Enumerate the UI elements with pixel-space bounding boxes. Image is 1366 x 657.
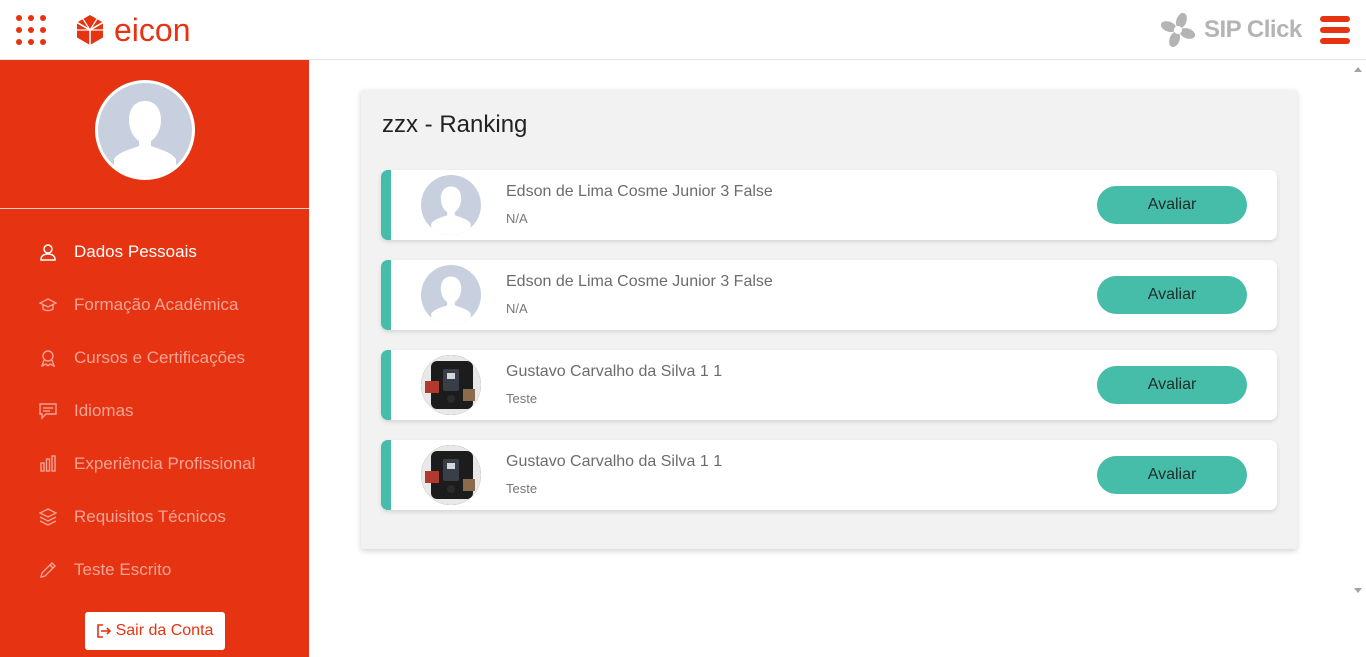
- sidebar-item-label: Experiência Profissional: [74, 453, 256, 473]
- ranking-row: Gustavo Carvalho da Silva 1 1 Teste Aval…: [381, 440, 1277, 510]
- sidebar-item-requisitos-tecnicos[interactable]: Requisitos Técnicos: [0, 490, 309, 543]
- sidebar-item-label: Formação Acadêmica: [74, 294, 239, 314]
- candidate-name: Edson de Lima Cosme Junior 3 False: [506, 183, 773, 200]
- sipclick-logo-icon: [1160, 12, 1196, 48]
- sidebar-item-cursos-certificacoes[interactable]: Cursos e Certificações: [0, 331, 309, 384]
- sidebar-item-label: Dados Pessoais: [74, 241, 197, 261]
- user-icon: [38, 242, 58, 262]
- avaliar-button[interactable]: Avaliar: [1097, 276, 1247, 314]
- sidebar-item-dados-pessoais[interactable]: Dados Pessoais: [0, 225, 309, 278]
- page-scrollbar[interactable]: [1350, 60, 1366, 600]
- default-avatar-icon: [98, 83, 192, 177]
- apps-grid-icon[interactable]: [16, 15, 46, 45]
- candidate-subtitle: Teste: [506, 481, 538, 496]
- candidate-name: Edson de Lima Cosme Junior 3 False: [506, 273, 773, 290]
- top-bar: eicon SIP Click: [0, 0, 1366, 60]
- avatar[interactable]: [95, 80, 195, 180]
- sidebar-item-label: Idiomas: [74, 400, 134, 420]
- avaliar-button[interactable]: Avaliar: [1097, 456, 1247, 494]
- sidebar-item-label: Cursos e Certificações: [74, 347, 246, 367]
- sipclick-brand: SIP Click: [1204, 16, 1302, 43]
- award-icon: [38, 348, 58, 368]
- avaliar-button-label: Avaliar: [1147, 196, 1197, 213]
- ranking-row: Gustavo Carvalho da Silva 1 1 Teste Aval…: [381, 350, 1277, 420]
- device-photo: [421, 355, 481, 415]
- sidebar-item-idiomas[interactable]: Idiomas: [0, 384, 309, 437]
- ranking-row: Edson de Lima Cosme Junior 3 False N/A A…: [381, 260, 1277, 330]
- pencil-icon: [38, 560, 58, 580]
- bar-chart-icon: [38, 454, 58, 474]
- sidebar-item-label: Teste Escrito: [74, 559, 172, 579]
- page-title: zzx - Ranking: [382, 111, 528, 138]
- sidebar: Dados Pessoais Formação Acadêmica Cursos…: [0, 60, 309, 657]
- sign-out-icon: [96, 624, 111, 638]
- scroll-up-arrow-icon[interactable]: [1354, 67, 1362, 72]
- avaliar-button[interactable]: Avaliar: [1097, 186, 1247, 224]
- sidebar-item-experiencia-profissional[interactable]: Experiência Profissional: [0, 437, 309, 490]
- scroll-down-arrow-icon[interactable]: [1354, 588, 1362, 593]
- ranking-list: Edson de Lima Cosme Junior 3 False N/A A…: [381, 170, 1277, 530]
- avaliar-button-label: Avaliar: [1147, 286, 1197, 303]
- avaliar-button[interactable]: Avaliar: [1097, 366, 1247, 404]
- candidate-name: Gustavo Carvalho da Silva 1 1: [506, 453, 723, 470]
- logo-text: eicon: [114, 12, 191, 48]
- device-photo: [421, 445, 481, 505]
- eicon-logo[interactable]: eicon: [74, 14, 191, 46]
- sipclick-logo: SIP Click: [1160, 12, 1302, 48]
- candidate-name: Gustavo Carvalho da Silva 1 1: [506, 363, 723, 380]
- logout-label: Sair da Conta: [115, 622, 214, 639]
- chat-icon: [38, 401, 58, 421]
- hamburger-menu-icon[interactable]: [1320, 16, 1350, 44]
- default-avatar-icon: [421, 175, 481, 235]
- default-avatar-icon: [421, 265, 481, 325]
- ranking-row: Edson de Lima Cosme Junior 3 False N/A A…: [381, 170, 1277, 240]
- sidebar-menu: Dados Pessoais Formação Acadêmica Cursos…: [0, 225, 309, 596]
- sidebar-item-label: Requisitos Técnicos: [74, 506, 226, 526]
- candidate-subtitle: N/A: [506, 211, 528, 226]
- avaliar-button-label: Avaliar: [1147, 466, 1197, 483]
- candidate-subtitle: N/A: [506, 301, 528, 316]
- layers-icon: [38, 507, 58, 527]
- sidebar-item-teste-escrito[interactable]: Teste Escrito: [0, 543, 309, 596]
- sidebar-item-formacao-academica[interactable]: Formação Acadêmica: [0, 278, 309, 331]
- avaliar-button-label: Avaliar: [1147, 376, 1197, 393]
- candidate-subtitle: Teste: [506, 391, 538, 406]
- sidebar-divider: [0, 208, 309, 209]
- eicon-logo-icon: [76, 15, 104, 45]
- ranking-card: zzx - Ranking Edson de Lima Cosme Junior…: [361, 90, 1297, 549]
- logout-button[interactable]: Sair da Conta: [85, 612, 225, 650]
- graduation-cap-icon: [38, 295, 58, 315]
